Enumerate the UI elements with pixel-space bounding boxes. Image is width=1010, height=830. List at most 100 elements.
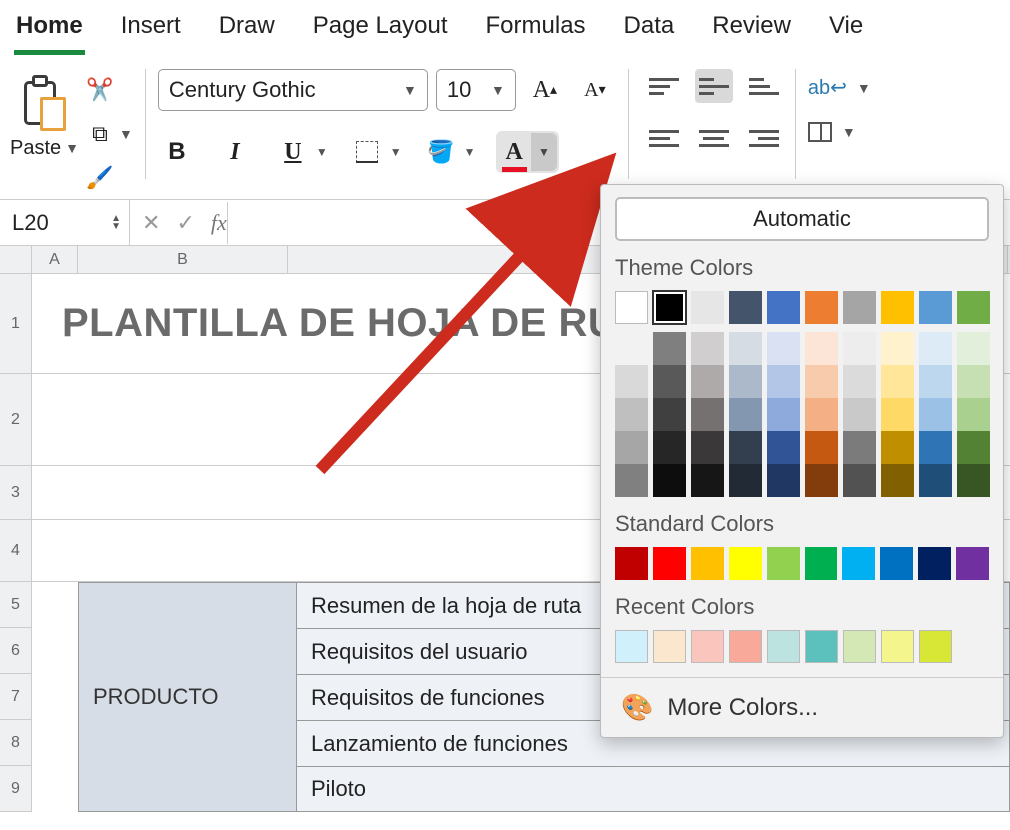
row-header[interactable]: 8	[0, 720, 32, 766]
tab-review[interactable]: Review	[710, 8, 793, 55]
align-center-button[interactable]	[695, 121, 733, 155]
color-swatch[interactable]	[691, 464, 724, 497]
color-swatch[interactable]	[767, 291, 800, 324]
color-swatch[interactable]	[729, 291, 762, 324]
color-swatch[interactable]	[653, 464, 686, 497]
bold-button[interactable]: B	[158, 133, 196, 171]
align-left-button[interactable]	[645, 121, 683, 155]
color-swatch[interactable]	[615, 291, 648, 324]
color-swatch[interactable]	[615, 365, 648, 398]
color-swatch[interactable]	[691, 365, 724, 398]
column-header[interactable]: A	[32, 246, 78, 273]
color-swatch[interactable]	[653, 547, 686, 580]
color-swatch[interactable]	[653, 630, 686, 663]
chevron-down-icon[interactable]: ▼	[403, 82, 417, 98]
color-swatch[interactable]	[615, 630, 648, 663]
align-top-button[interactable]	[645, 69, 683, 103]
color-swatch[interactable]	[729, 464, 762, 497]
color-swatch[interactable]	[805, 547, 838, 580]
color-swatch[interactable]	[843, 630, 876, 663]
color-swatch[interactable]	[691, 291, 724, 324]
formula-cancel-button[interactable]: ✕	[142, 210, 160, 236]
fill-color-button[interactable]: 🪣	[422, 133, 460, 171]
chevron-down-icon[interactable]: ▼	[464, 145, 476, 159]
color-swatch[interactable]	[767, 464, 800, 497]
color-swatch[interactable]	[843, 332, 876, 365]
color-swatch[interactable]	[843, 365, 876, 398]
decrease-font-size-button[interactable]: A▾	[574, 69, 616, 111]
merge-cells-button[interactable]: ▼	[808, 122, 871, 142]
align-middle-button[interactable]	[695, 69, 733, 103]
cut-button[interactable]: ✂️	[85, 75, 133, 105]
color-swatch[interactable]	[805, 398, 838, 431]
color-swatch[interactable]	[615, 464, 648, 497]
tab-home[interactable]: Home	[14, 8, 85, 55]
color-swatch[interactable]	[615, 398, 648, 431]
table-category-cell[interactable]: PRODUCTO	[78, 582, 296, 812]
select-all-corner[interactable]	[0, 246, 32, 273]
color-swatch[interactable]	[881, 464, 914, 497]
color-swatch[interactable]	[691, 398, 724, 431]
chevron-down-icon[interactable]: ▼	[491, 82, 505, 98]
paste-button[interactable]: Paste ▼	[10, 69, 79, 160]
color-swatch[interactable]	[805, 630, 838, 663]
chevron-down-icon[interactable]: ▼	[857, 80, 871, 96]
color-swatch[interactable]	[615, 332, 648, 365]
chevron-down-icon[interactable]: ▼	[316, 145, 328, 159]
color-swatch[interactable]	[919, 291, 952, 324]
color-swatch[interactable]	[729, 547, 762, 580]
color-swatch[interactable]	[957, 398, 990, 431]
row-header[interactable]: 1	[0, 274, 32, 374]
color-swatch[interactable]	[880, 547, 913, 580]
color-swatch[interactable]	[615, 547, 648, 580]
color-swatch[interactable]	[881, 630, 914, 663]
row-header[interactable]: 2	[0, 374, 32, 466]
tab-draw[interactable]: Draw	[217, 8, 277, 55]
wrap-text-button[interactable]: ab↩▼	[808, 75, 871, 100]
name-box-stepper[interactable]: ▲▼	[111, 215, 121, 231]
color-swatch[interactable]	[956, 547, 989, 580]
align-right-button[interactable]	[745, 121, 783, 155]
color-swatch[interactable]	[615, 431, 648, 464]
color-swatch[interactable]	[805, 431, 838, 464]
increase-font-size-button[interactable]: A▴	[524, 69, 566, 111]
font-color-button[interactable]: A ▼	[496, 131, 559, 173]
color-swatch[interactable]	[767, 365, 800, 398]
color-swatch[interactable]	[653, 291, 686, 324]
color-swatch[interactable]	[842, 547, 875, 580]
name-box[interactable]: L20 ▲▼	[0, 200, 130, 246]
color-swatch[interactable]	[653, 398, 686, 431]
color-swatch[interactable]	[957, 464, 990, 497]
font-color-dropdown[interactable]: ▼	[531, 133, 557, 171]
more-colors-button[interactable]: 🎨 More Colors...	[601, 677, 1003, 737]
chevron-down-icon[interactable]: ▼	[65, 140, 79, 156]
color-swatch[interactable]	[843, 464, 876, 497]
color-swatch[interactable]	[729, 630, 762, 663]
chevron-down-icon[interactable]: ▼	[842, 124, 856, 140]
color-swatch[interactable]	[881, 365, 914, 398]
color-swatch[interactable]	[691, 332, 724, 365]
italic-button[interactable]: I	[216, 133, 254, 171]
table-row[interactable]: Piloto	[296, 766, 1010, 812]
color-swatch[interactable]	[691, 547, 724, 580]
tab-page-layout[interactable]: Page Layout	[311, 8, 450, 55]
color-swatch[interactable]	[729, 365, 762, 398]
color-swatch[interactable]	[881, 291, 914, 324]
format-painter-button[interactable]: 🖌️	[85, 163, 133, 193]
color-swatch[interactable]	[881, 431, 914, 464]
font-size-combo[interactable]: 10 ▼	[436, 69, 516, 111]
color-swatch[interactable]	[919, 431, 952, 464]
tab-data[interactable]: Data	[622, 8, 677, 55]
color-swatch[interactable]	[957, 431, 990, 464]
color-swatch[interactable]	[767, 431, 800, 464]
color-swatch[interactable]	[957, 291, 990, 324]
color-swatch[interactable]	[919, 365, 952, 398]
tab-view[interactable]: Vie	[827, 8, 865, 55]
color-swatch[interactable]	[919, 398, 952, 431]
color-swatch[interactable]	[881, 332, 914, 365]
color-swatch[interactable]	[653, 332, 686, 365]
underline-button[interactable]: U	[274, 133, 312, 171]
color-swatch[interactable]	[691, 431, 724, 464]
copy-button[interactable]: ⧉▼	[85, 119, 133, 149]
color-swatch[interactable]	[767, 547, 800, 580]
